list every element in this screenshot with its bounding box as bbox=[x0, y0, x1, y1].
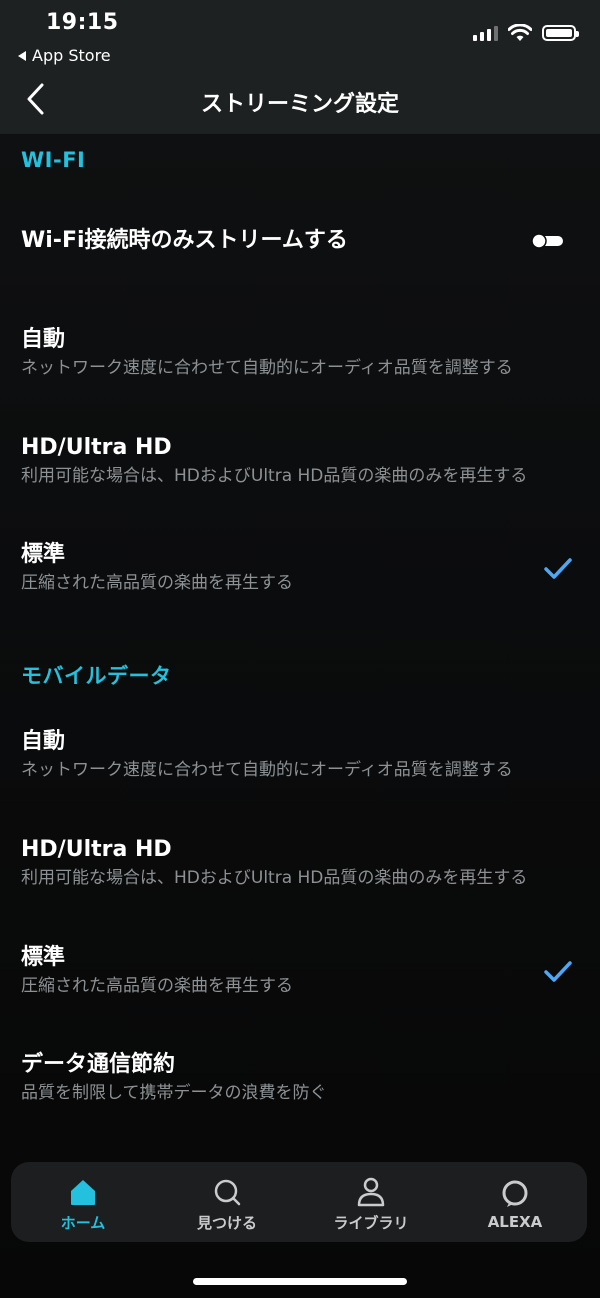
bottom-tab-bar: ホーム 見つける ライブラリ ALEXA bbox=[11, 1162, 587, 1242]
option-subtitle: 利用可能な場合は、HDおよびUltra HD品質の楽曲のみを再生する bbox=[21, 466, 528, 486]
mobile-option-hd[interactable]: HD/Ultra HD 利用可能な場合は、HDおよびUltra HD品質の楽曲の… bbox=[21, 836, 579, 890]
tab-label: ライブラリ bbox=[333, 1213, 409, 1232]
wifi-option-standard[interactable]: 標準 圧縮された高品質の楽曲を再生する bbox=[21, 541, 579, 595]
option-subtitle: 圧縮された高品質の楽曲を再生する bbox=[21, 976, 293, 996]
option-subtitle: ネットワーク速度に合わせて自動的にオーディオ品質を調整する bbox=[21, 760, 513, 780]
tab-discover[interactable]: 見つける bbox=[155, 1162, 299, 1242]
option-title: 自動 bbox=[21, 729, 66, 754]
back-triangle-icon bbox=[18, 50, 26, 61]
option-title: データ通信節約 bbox=[21, 1052, 176, 1077]
option-title: HD/Ultra HD bbox=[21, 837, 172, 862]
tab-label: ホーム bbox=[60, 1213, 106, 1232]
mobile-option-data-saver[interactable]: データ通信節約 品質を制限して携帯データの浪費を防ぐ bbox=[21, 1051, 579, 1105]
top-bar: 19:15 App Store ストリーミング設定 bbox=[0, 0, 600, 134]
checkmark-icon bbox=[544, 961, 572, 982]
option-title: 標準 bbox=[21, 945, 66, 970]
tab-label: ALEXA bbox=[487, 1213, 543, 1231]
battery-icon bbox=[542, 25, 579, 41]
section-label-mobile-data: モバイルデータ bbox=[21, 664, 172, 688]
tab-label: 見つける bbox=[196, 1213, 257, 1232]
option-subtitle: 利用可能な場合は、HDおよびUltra HD品質の楽曲のみを再生する bbox=[21, 868, 528, 888]
wifi-only-toggle[interactable] bbox=[531, 233, 563, 249]
mobile-option-standard[interactable]: 標準 圧縮された高品質の楽曲を再生する bbox=[21, 944, 579, 998]
wifi-only-stream-row[interactable]: Wi-Fi接続時のみストリームする bbox=[21, 227, 579, 255]
option-subtitle: ネットワーク速度に合わせて自動的にオーディオ品質を調整する bbox=[21, 358, 513, 378]
option-title: HD/Ultra HD bbox=[21, 435, 172, 460]
screen: 19:15 App Store ストリーミング設定 WI-FI Wi-Fi接続時… bbox=[0, 0, 600, 1298]
option-title: 自動 bbox=[21, 327, 66, 352]
wifi-option-hd[interactable]: HD/Ultra HD 利用可能な場合は、HDおよびUltra HD品質の楽曲の… bbox=[21, 434, 579, 488]
wifi-icon bbox=[508, 24, 532, 41]
alexa-icon bbox=[502, 1180, 528, 1207]
status-icons bbox=[473, 24, 579, 42]
checkmark-icon bbox=[544, 558, 572, 579]
option-subtitle: 品質を制限して携帯データの浪費を防ぐ bbox=[21, 1083, 327, 1103]
status-time: 19:15 bbox=[46, 10, 119, 35]
back-app-label: App Store bbox=[32, 46, 111, 65]
home-indicator[interactable] bbox=[193, 1278, 407, 1285]
option-subtitle: 圧縮された高品質の楽曲を再生する bbox=[21, 573, 293, 593]
page-title: ストリーミング設定 bbox=[200, 92, 399, 117]
option-title: 標準 bbox=[21, 542, 66, 567]
tab-library[interactable]: ライブラリ bbox=[299, 1162, 443, 1242]
wifi-only-stream-label: Wi-Fi接続時のみストリームする bbox=[21, 228, 348, 253]
search-icon bbox=[214, 1179, 241, 1205]
tab-alexa[interactable]: ALEXA bbox=[443, 1162, 587, 1242]
wifi-option-auto[interactable]: 自動 ネットワーク速度に合わせて自動的にオーディオ品質を調整する bbox=[21, 326, 579, 380]
cellular-signal-icon bbox=[473, 25, 498, 41]
mobile-option-auto[interactable]: 自動 ネットワーク速度に合わせて自動的にオーディオ品質を調整する bbox=[21, 728, 579, 782]
section-label-wifi: WI-FI bbox=[21, 148, 86, 172]
home-icon bbox=[71, 1179, 95, 1205]
back-to-app-link[interactable]: App Store bbox=[18, 46, 111, 65]
tab-home[interactable]: ホーム bbox=[11, 1162, 155, 1242]
person-icon bbox=[357, 1177, 385, 1206]
